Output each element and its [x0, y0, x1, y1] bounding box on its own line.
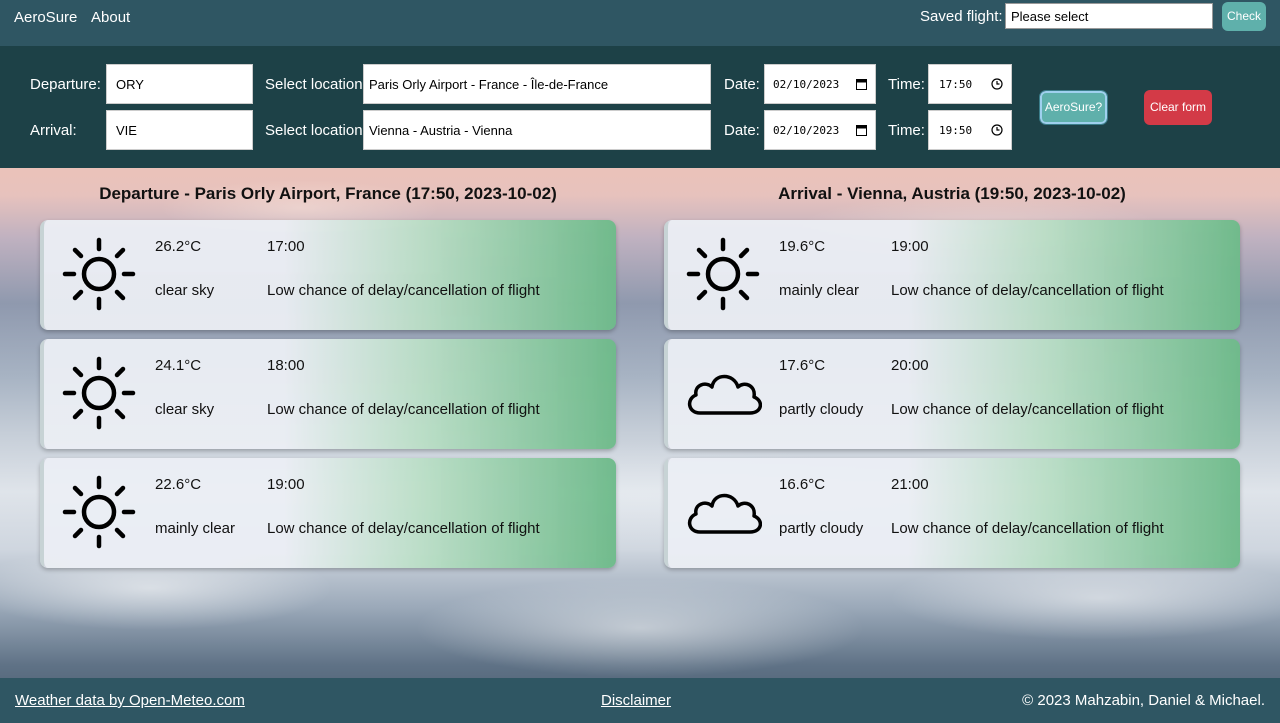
delay-risk: Low chance of delay/cancellation of flig…: [891, 282, 1164, 299]
disclaimer-link[interactable]: Disclaimer: [601, 692, 671, 709]
weather-condition: partly cloudy: [779, 401, 864, 418]
forecast-time: 19:00: [891, 238, 929, 255]
calendar-icon[interactable]: [856, 124, 867, 136]
arrival-weather-card: 16.6°C 21:00 partly cloudy Low chance of…: [664, 458, 1240, 568]
arrival-location-label: Select location:: [265, 122, 367, 139]
arrival-date-label: Date:: [724, 122, 760, 139]
departure-weather-card: 22.6°C 19:00 mainly clear Low chance of …: [40, 458, 616, 568]
forecast-time: 20:00: [891, 357, 929, 374]
sun-icon: [62, 475, 136, 549]
arrival-weather-card: 17.6°C 20:00 partly cloudy Low chance of…: [664, 339, 1240, 449]
delay-risk: Low chance of delay/cancellation of flig…: [267, 401, 540, 418]
temperature: 17.6°C: [779, 357, 826, 374]
weather-data-link[interactable]: Weather data by Open-Meteo.com: [15, 692, 245, 709]
weather-condition: clear sky: [155, 401, 215, 418]
departure-location-label: Select location:: [265, 76, 367, 93]
cloud-icon: [687, 493, 762, 534]
weather-condition: mainly clear: [155, 520, 236, 537]
sun-icon: [686, 237, 760, 311]
arrival-time-label: Time:: [888, 122, 925, 139]
delay-risk: Low chance of delay/cancellation of flig…: [267, 520, 540, 537]
departure-time-input[interactable]: 17:50: [928, 64, 1012, 104]
copyright-text: © 2023 Mahzabin, Daniel & Michael.: [1022, 692, 1265, 709]
departure-date-label: Date:: [724, 76, 760, 93]
clock-icon[interactable]: [991, 78, 1003, 90]
temperature: 19.6°C: [779, 238, 826, 255]
sun-icon: [62, 356, 136, 430]
arrival-date-value: 02/10/2023: [773, 124, 840, 137]
calendar-icon[interactable]: [856, 78, 867, 90]
arrival-time-input[interactable]: 19:50: [928, 110, 1012, 150]
saved-flight-label: Saved flight:: [920, 8, 1003, 25]
forecast-time: 19:00: [267, 476, 305, 493]
delay-risk: Low chance of delay/cancellation of flig…: [891, 520, 1164, 537]
weather-condition: clear sky: [155, 282, 215, 299]
departure-weather-card: 26.2°C 17:00 clear sky Low chance of del…: [40, 220, 616, 330]
temperature: 26.2°C: [155, 238, 202, 255]
departure-location-input[interactable]: Paris Orly Airport - France - Île-de-Fra…: [363, 64, 711, 104]
arrival-title: Arrival - Vienna, Austria (19:50, 2023-1…: [778, 184, 1126, 203]
aerosure-button[interactable]: AeroSure?: [1039, 90, 1108, 125]
temperature: 16.6°C: [779, 476, 826, 493]
cloud-icon: [687, 374, 762, 415]
check-button[interactable]: Check: [1222, 2, 1266, 31]
delay-risk: Low chance of delay/cancellation of flig…: [267, 282, 540, 299]
temperature: 22.6°C: [155, 476, 202, 493]
arrival-time-value: 19:50: [939, 124, 973, 137]
brand-link[interactable]: AeroSure: [14, 9, 77, 26]
footer: Weather data by Open-Meteo.com Disclaime…: [0, 678, 1280, 723]
departure-weather-card: 24.1°C 18:00 clear sky Low chance of del…: [40, 339, 616, 449]
departure-title: Departure - Paris Orly Airport, France (…: [99, 184, 557, 203]
top-navbar: AeroSure About Saved flight: Please sele…: [0, 0, 1280, 46]
departure-date-input[interactable]: 02/10/2023: [764, 64, 876, 104]
weather-condition: partly cloudy: [779, 520, 864, 537]
forecast-time: 21:00: [891, 476, 929, 493]
arrival-date-input[interactable]: 02/10/2023: [764, 110, 876, 150]
arrival-label: Arrival:: [30, 122, 77, 139]
sun-icon: [62, 237, 136, 311]
departure-time-value: 17:50: [939, 78, 973, 91]
departure-date-value: 02/10/2023: [773, 78, 840, 91]
arrival-location-input[interactable]: Vienna - Austria - Vienna: [363, 110, 711, 150]
weather-condition: mainly clear: [779, 282, 860, 299]
arrival-code-input[interactable]: VIE: [106, 110, 253, 150]
forecast-time: 17:00: [267, 238, 305, 255]
clear-form-button[interactable]: Clear form: [1144, 90, 1212, 125]
departure-time-label: Time:: [888, 76, 925, 93]
arrival-weather-card: 19.6°C 19:00 mainly clear Low chance of …: [664, 220, 1240, 330]
about-link[interactable]: About: [91, 9, 130, 26]
delay-risk: Low chance of delay/cancellation of flig…: [891, 401, 1164, 418]
departure-label: Departure:: [30, 76, 101, 93]
temperature: 24.1°C: [155, 357, 202, 374]
saved-flight-select[interactable]: Please select: [1005, 3, 1213, 29]
forecast-time: 18:00: [267, 357, 305, 374]
clock-icon[interactable]: [991, 124, 1003, 136]
departure-code-input[interactable]: ORY: [106, 64, 253, 104]
